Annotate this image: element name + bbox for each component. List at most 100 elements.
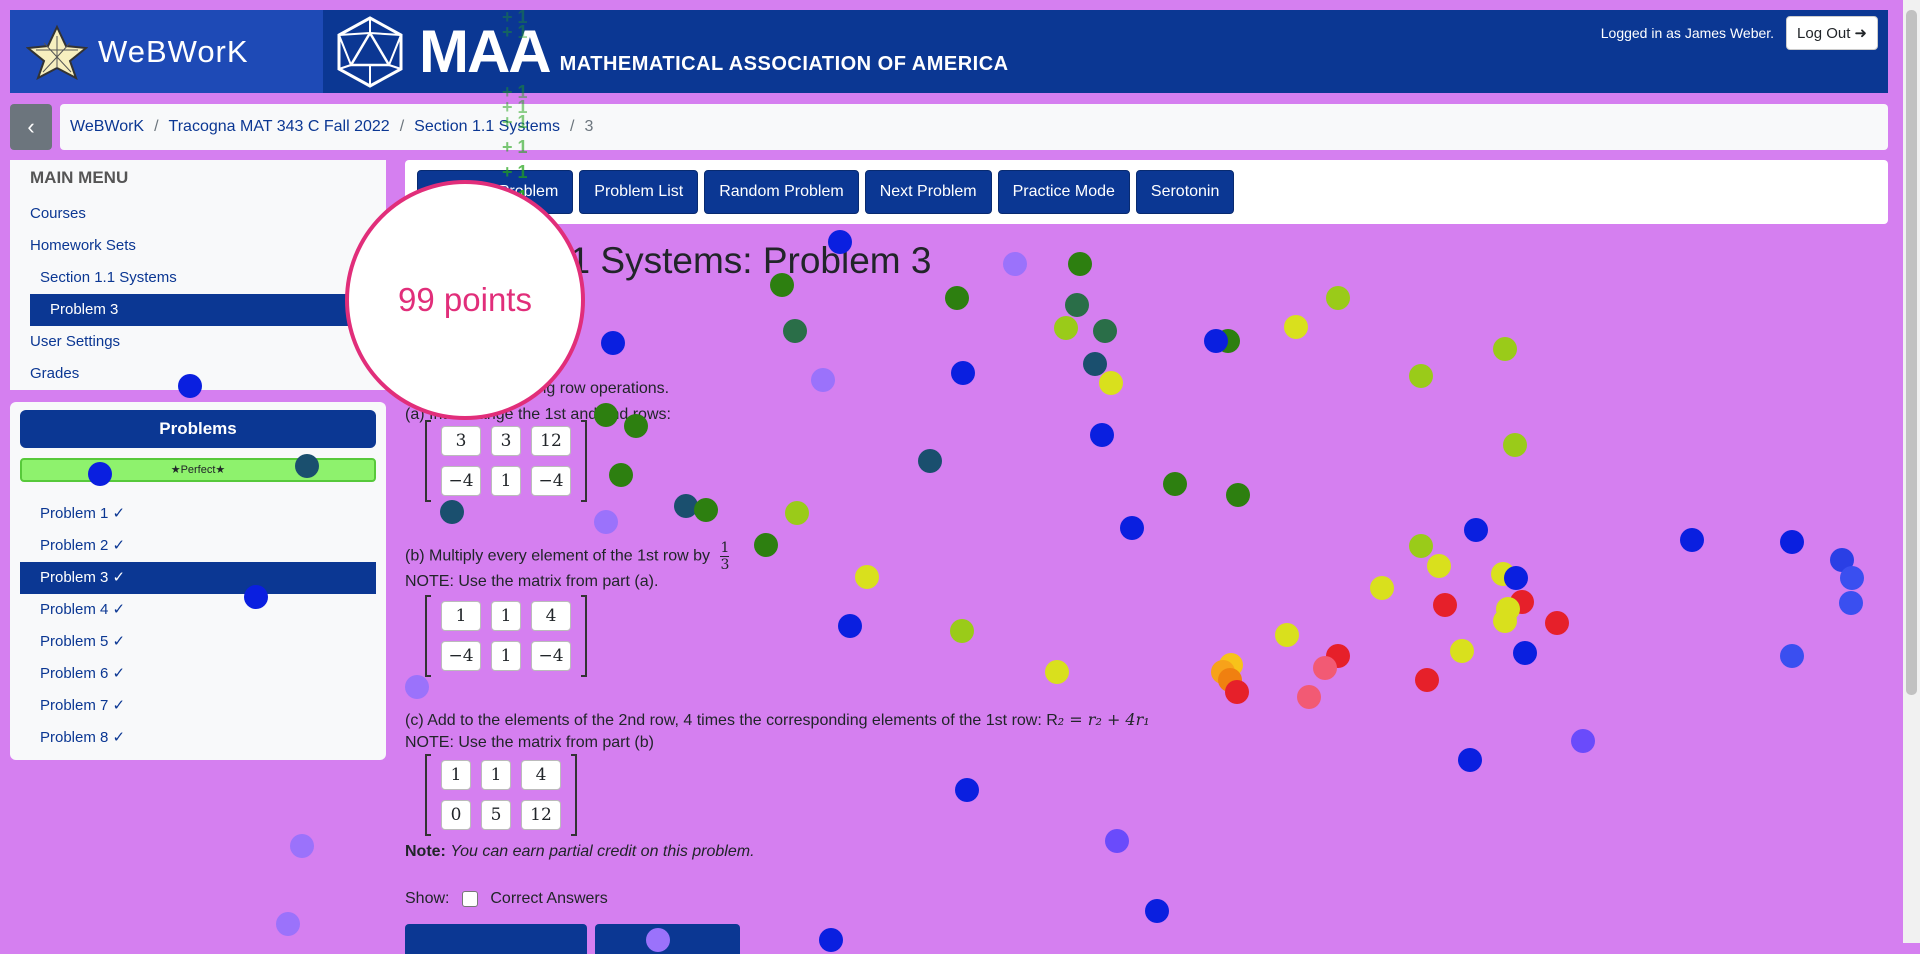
confetti-dot bbox=[1415, 668, 1439, 692]
breadcrumb-course[interactable]: Tracogna MAT 343 C Fall 2022 bbox=[169, 118, 390, 136]
matrix-b-grid: 1 1 4 −4 1 −4 bbox=[431, 595, 581, 677]
problem-list-button[interactable]: Problem List bbox=[579, 170, 699, 214]
back-button[interactable]: ‹ bbox=[10, 104, 52, 150]
problem-link-5[interactable]: Problem 5 ✓ bbox=[20, 626, 376, 658]
confetti-dot bbox=[951, 361, 975, 385]
breadcrumb-current: 3 bbox=[584, 118, 594, 135]
menu-item-section[interactable]: Section 1.1 Systems bbox=[30, 262, 366, 294]
note-label: Note: bbox=[405, 843, 446, 860]
matrix-bracket-right bbox=[581, 595, 587, 677]
confetti-dot bbox=[1297, 685, 1321, 709]
matrix-b-cell[interactable]: 4 bbox=[531, 601, 571, 631]
confetti-dot bbox=[918, 449, 942, 473]
maa-logo[interactable]: MAA MATHEMATICAL ASSOCIATION OF AMERICA bbox=[333, 15, 1009, 89]
confetti-dot bbox=[1045, 660, 1069, 684]
matrix-c-cell[interactable]: 12 bbox=[521, 800, 561, 830]
confetti-dot bbox=[945, 286, 969, 310]
matrix-bracket-right bbox=[581, 420, 587, 502]
fraction-numerator: 1 bbox=[720, 540, 730, 557]
confetti-dot bbox=[1226, 483, 1250, 507]
random-problem-button[interactable]: Random Problem bbox=[704, 170, 859, 214]
matrix-a-cell[interactable]: −4 bbox=[441, 466, 481, 496]
confetti-dot bbox=[1145, 899, 1169, 923]
matrix-a-grid: 3 3 12 −4 1 −4 bbox=[431, 420, 581, 502]
confetti-dot bbox=[1780, 644, 1804, 668]
confetti-dot bbox=[1284, 315, 1308, 339]
confetti-dot bbox=[1458, 748, 1482, 772]
matrix-c-cell[interactable]: 4 bbox=[521, 760, 561, 790]
page-scrollbar[interactable] bbox=[1903, 0, 1920, 943]
confetti-dot bbox=[1504, 566, 1528, 590]
confetti-dot bbox=[811, 368, 835, 392]
confetti-dot bbox=[1433, 593, 1457, 617]
confetti-dot bbox=[1839, 591, 1863, 615]
main-menu: MAIN MENU Courses Homework Sets Section … bbox=[10, 160, 386, 390]
confetti-dot bbox=[1099, 371, 1123, 395]
correct-answers-checkbox[interactable] bbox=[461, 890, 478, 907]
matrix-c-cell[interactable]: 0 bbox=[441, 800, 471, 830]
problem-link-6[interactable]: Problem 6 ✓ bbox=[20, 658, 376, 690]
problem-link-2[interactable]: Problem 2 ✓ bbox=[20, 530, 376, 562]
menu-item-homework-sets[interactable]: Homework Sets bbox=[30, 230, 366, 262]
confetti-dot bbox=[609, 463, 633, 487]
matrix-a-cell[interactable]: 12 bbox=[531, 426, 571, 456]
breadcrumb: WeBWorK / Tracogna MAT 343 C Fall 2022 /… bbox=[60, 104, 1888, 150]
confetti-dot bbox=[295, 454, 319, 478]
confetti-dot bbox=[1409, 534, 1433, 558]
problem-link-3[interactable]: Problem 3 ✓ bbox=[20, 562, 376, 594]
matrix-a-cell[interactable]: −4 bbox=[531, 466, 571, 496]
confetti-dot bbox=[950, 619, 974, 643]
menu-item-courses[interactable]: Courses bbox=[30, 198, 366, 230]
serotonin-button[interactable]: Serotonin bbox=[1135, 170, 1235, 214]
sign-out-icon: ➜ bbox=[1854, 25, 1867, 42]
menu-item-problem-3[interactable]: Problem 3 bbox=[30, 294, 366, 326]
confetti-dot bbox=[1313, 656, 1337, 680]
matrix-c: 1 1 4 0 5 12 bbox=[425, 754, 577, 836]
correct-answers-label[interactable]: Correct Answers bbox=[490, 890, 607, 907]
points-text: 99 points bbox=[398, 281, 532, 318]
confetti-dot bbox=[855, 565, 879, 589]
matrix-bracket-right bbox=[571, 754, 577, 836]
matrix-b-cell[interactable]: 1 bbox=[491, 641, 521, 671]
confetti-dot bbox=[783, 319, 807, 343]
breadcrumb-set[interactable]: Section 1.1 Systems bbox=[414, 118, 560, 136]
matrix-b-cell[interactable]: −4 bbox=[531, 641, 571, 671]
confetti-dot bbox=[819, 928, 843, 952]
preview-answers-button[interactable] bbox=[405, 924, 587, 954]
confetti-dot bbox=[276, 912, 300, 936]
problem-link-7[interactable]: Problem 7 ✓ bbox=[20, 690, 376, 722]
matrix-c-cell[interactable]: 5 bbox=[481, 800, 511, 830]
confetti-dot bbox=[244, 585, 268, 609]
matrix-a-cell[interactable]: 3 bbox=[491, 426, 521, 456]
practice-mode-button[interactable]: Practice Mode bbox=[997, 170, 1130, 214]
part-c-text: (c) Add to the elements of the 2nd row, … bbox=[405, 710, 1150, 730]
confetti-dot bbox=[1780, 530, 1804, 554]
matrix-b-cell[interactable]: 1 bbox=[491, 601, 521, 631]
breadcrumb-webwork[interactable]: WeBWorK bbox=[70, 118, 144, 136]
matrix-c-cell[interactable]: 1 bbox=[481, 760, 511, 790]
problem-link-8[interactable]: Problem 8 ✓ bbox=[20, 722, 376, 754]
confetti-dot bbox=[1275, 623, 1299, 647]
problem-link-4[interactable]: Problem 4 ✓ bbox=[20, 594, 376, 626]
matrix-b-cell[interactable]: 1 bbox=[441, 601, 481, 631]
confetti-dot bbox=[1090, 423, 1114, 447]
confetti-dot bbox=[1054, 316, 1078, 340]
confetti-dot bbox=[1003, 252, 1027, 276]
logout-button[interactable]: Log Out ➜ bbox=[1786, 16, 1878, 50]
scrollbar-thumb[interactable] bbox=[1906, 10, 1917, 695]
problem-link-1[interactable]: Problem 1 ✓ bbox=[20, 498, 376, 530]
matrix-b-cell[interactable]: −4 bbox=[441, 641, 481, 671]
confetti-dot bbox=[955, 778, 979, 802]
menu-item-user-settings[interactable]: User Settings bbox=[30, 326, 366, 358]
maa-icosahedron-icon bbox=[337, 15, 403, 88]
matrix-a-cell[interactable]: 1 bbox=[491, 466, 521, 496]
matrix-c-cell[interactable]: 1 bbox=[441, 760, 471, 790]
confetti-dot bbox=[1370, 576, 1394, 600]
webwork-logo[interactable]: WeBWorK bbox=[10, 10, 323, 93]
matrix-a-cell[interactable]: 3 bbox=[441, 426, 481, 456]
next-problem-button[interactable]: Next Problem bbox=[864, 170, 992, 214]
confetti-dot bbox=[1513, 641, 1537, 665]
top-banner: WeBWorK MAA MATHEMATICAL ASSOCIATION OF … bbox=[10, 10, 1888, 93]
confetti-dot bbox=[1493, 609, 1517, 633]
confetti-dot bbox=[1065, 293, 1089, 317]
